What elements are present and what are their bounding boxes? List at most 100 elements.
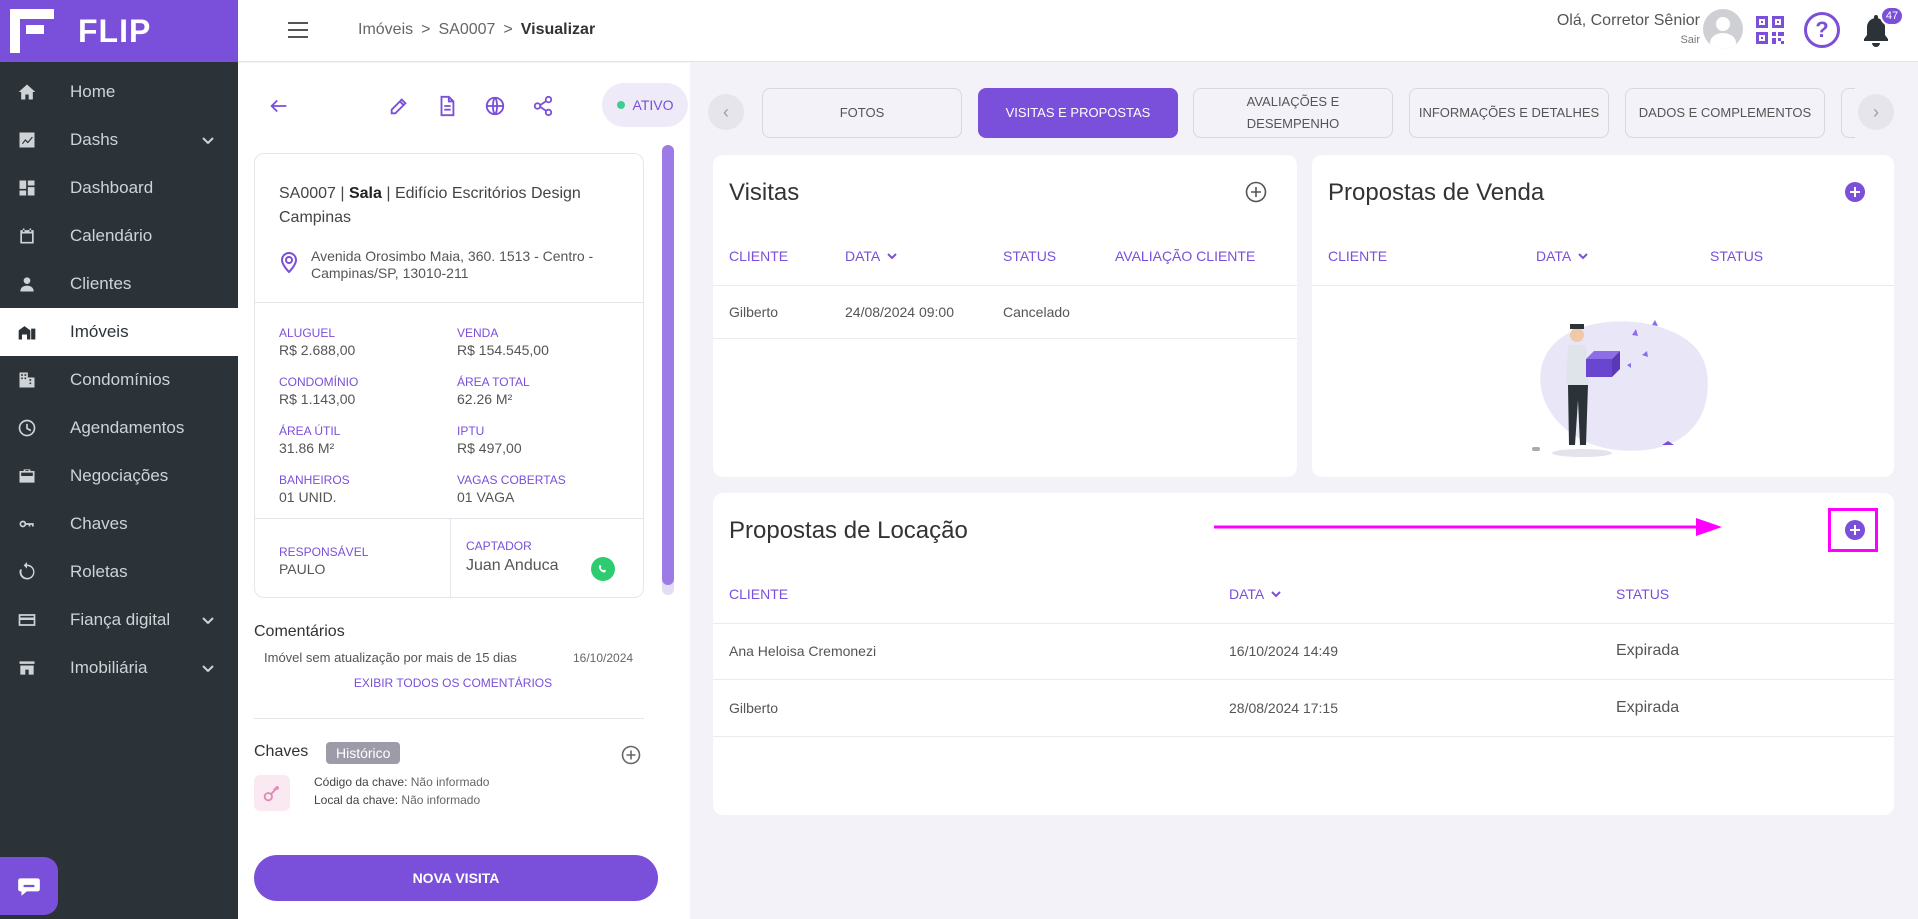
share-icon[interactable] (532, 95, 554, 117)
scrollbar[interactable] (662, 145, 674, 595)
sidebar-item-calendario[interactable]: Calendário (0, 212, 238, 260)
sidebar-item-chaves[interactable]: Chaves (0, 500, 238, 548)
scrollbar-thumb[interactable] (662, 145, 674, 585)
sidebar-item-label: Dashs (70, 130, 119, 149)
col-header-data[interactable]: DATA (845, 248, 898, 264)
add-sale-proposal-icon[interactable] (1844, 181, 1866, 203)
sidebar-item-agendamentos[interactable]: Agendamentos (0, 404, 238, 452)
location-pin-icon (279, 250, 299, 274)
comment-date: 16/10/2024 (573, 651, 634, 665)
sidebar-item-condominios[interactable]: Condomínios (0, 356, 238, 404)
briefcase-icon (16, 465, 38, 487)
document-icon[interactable] (436, 95, 458, 117)
notification-count-badge: 47 (1880, 6, 1904, 26)
col-header-status[interactable]: STATUS (1710, 248, 1763, 264)
col-header-status[interactable]: STATUS (1616, 586, 1669, 602)
col-header-cliente[interactable]: CLIENTE (1328, 248, 1387, 264)
table-divider (713, 338, 1297, 339)
chat-support-button[interactable] (0, 857, 58, 915)
qr-code-icon[interactable] (1754, 14, 1786, 46)
responsible-block: RESPONSÁVEL PAULO (279, 545, 368, 577)
key-place-label: Local da chave: (314, 793, 399, 807)
add-key-icon[interactable] (621, 745, 641, 765)
sidebar-item-fianca-digital[interactable]: Fiança digital (0, 596, 238, 644)
sidebar-item-dashboard[interactable]: Dashboard (0, 164, 238, 212)
whatsapp-icon[interactable] (591, 557, 615, 581)
tabs-next-arrow-icon[interactable]: › (1858, 94, 1894, 130)
cell-status: Cancelado (1003, 304, 1070, 320)
sidebar-item-imoveis[interactable]: Imóveis (0, 308, 238, 356)
edit-pencil-icon[interactable] (388, 95, 410, 117)
sort-chevron-down-icon (1271, 591, 1281, 598)
new-visit-button[interactable]: NOVA VISITA (254, 855, 658, 901)
status-dot-icon (616, 101, 625, 109)
col-header-data[interactable]: DATA (1536, 248, 1589, 264)
tabs-prev-arrow-icon[interactable]: ‹ (708, 94, 744, 130)
tab-fotos[interactable]: FOTOS (762, 88, 962, 138)
cell-cliente: Gilberto (729, 700, 779, 716)
home-icon (16, 81, 38, 103)
status-text: ATIVO (632, 97, 674, 113)
cell-data: 24/08/2024 09:00 (845, 304, 954, 320)
col-header-cliente[interactable]: CLIENTE (729, 586, 788, 602)
sidebar-item-label: Fiança digital (70, 610, 171, 629)
breadcrumb-item-code[interactable]: SA0007 (438, 21, 495, 39)
tab-informacoes-e-detalhes[interactable]: INFORMAÇÕES E DETALHES (1409, 88, 1609, 138)
property-title: SA0007 | Sala | Edifício Escritórios Des… (279, 185, 581, 226)
property-type: Sala (348, 185, 382, 202)
property-toolbar: ATIVO (268, 83, 688, 127)
globe-icon[interactable] (484, 95, 506, 117)
property-code: SA0007 (279, 185, 336, 202)
col-header-avaliacao-cliente[interactable]: AVALIAÇÃO CLIENTE (1115, 248, 1255, 264)
col-header-status[interactable]: STATUS (1003, 248, 1056, 264)
cell-status: Expirada (1616, 699, 1680, 716)
key-place-line: Local da chave: Não informado (314, 793, 480, 807)
breadcrumb: Imóveis > SA0007 > Visualizar (358, 21, 595, 39)
menu-toggle-icon[interactable] (288, 22, 308, 38)
sidebar-item-home[interactable]: Home (0, 68, 238, 116)
add-visit-icon[interactable] (1245, 181, 1267, 203)
tab-dados-e-complementos[interactable]: DADOS E COMPLEMENTOS (1625, 88, 1825, 138)
sidebar-item-roletas[interactable]: Roletas (0, 548, 238, 596)
table-divider (1312, 285, 1894, 286)
sidebar-item-imobiliaria[interactable]: Imobiliária (0, 644, 238, 692)
col-header-data[interactable]: DATA (1229, 586, 1282, 602)
avatar[interactable] (1703, 9, 1743, 49)
sidebar-item-label: Chaves (70, 514, 128, 533)
tab-avaliacoes-e-desempenho[interactable]: AVALIAÇÕES E DESEMPENHO (1193, 88, 1393, 138)
property-address: Avenida Orosimbo Maia, 360. 1513 - Centr… (279, 248, 629, 282)
fact-condominio: CONDOMÍNIO R$ 1.143,00 (279, 375, 359, 407)
sidebar-item-clientes[interactable]: Clientes (0, 260, 238, 308)
breadcrumb-item-imoveis[interactable]: Imóveis (358, 21, 413, 39)
key-code-line: Código da chave: Não informado (314, 775, 489, 789)
divider (254, 718, 644, 719)
logout-link[interactable]: Sair (1557, 34, 1700, 46)
card-icon (16, 609, 38, 631)
show-all-comments-link[interactable]: EXIBIR TODOS OS COMENTÁRIOS (238, 676, 668, 690)
sidebar-item-label: Calendário (70, 226, 153, 245)
keys-history-button[interactable]: Histórico (326, 742, 401, 764)
sidebar-item-label: Dashboard (70, 178, 154, 197)
fact-area-total: ÁREA TOTAL 62.26 M² (457, 375, 530, 407)
table-divider (713, 736, 1894, 737)
sale-proposals-title: Propostas de Venda (1328, 179, 1545, 206)
sidebar-item-label: Home (70, 82, 116, 101)
chat-icon (18, 878, 40, 896)
tab-visitas-e-propostas[interactable]: VISITAS E PROPOSTAS (978, 88, 1178, 138)
back-arrow-icon[interactable] (268, 95, 290, 117)
brand-header[interactable]: FLIP (0, 0, 238, 62)
annotation-highlight-box (1828, 508, 1878, 552)
sidebar-item-negociacoes[interactable]: Negociações (0, 452, 238, 500)
sort-chevron-down-icon (1578, 253, 1588, 260)
keys-title: Chaves (254, 743, 309, 760)
empty-state-illustration-icon (1532, 320, 1708, 457)
cell-cliente: Ana Heloisa Cremonezi (729, 643, 877, 659)
col-header-cliente[interactable]: CLIENTE (729, 248, 788, 264)
sidebar-item-label: Negociações (70, 466, 169, 485)
annotation-arrow-icon (1214, 518, 1722, 536)
greeting-text: Olá, Corretor Sênior (1556, 12, 1700, 29)
sidebar-item-dashs[interactable]: Dashs (0, 116, 238, 164)
sort-chevron-down-icon (887, 253, 897, 260)
help-icon[interactable]: ? (1804, 12, 1840, 48)
tab-next-partial[interactable] (1841, 88, 1855, 138)
